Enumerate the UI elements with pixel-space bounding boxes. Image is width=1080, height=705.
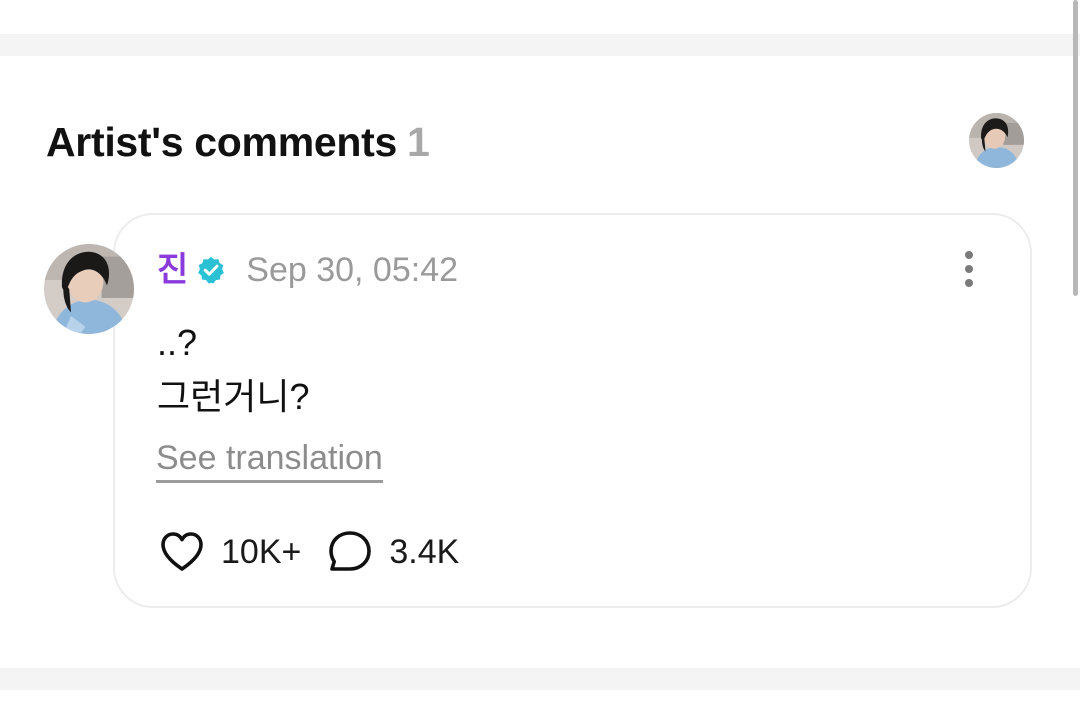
- like-button[interactable]: 10K+: [157, 528, 301, 576]
- heart-icon: [157, 528, 207, 576]
- comment-line: 그런거니?: [157, 376, 310, 417]
- more-vertical-icon: [965, 251, 973, 259]
- reply-button[interactable]: 3.4K: [325, 528, 459, 576]
- more-options-button[interactable]: [955, 248, 983, 290]
- more-vertical-icon-dot: [965, 265, 973, 273]
- more-vertical-icon-dot: [965, 279, 973, 287]
- like-count: 10K+: [221, 533, 302, 571]
- section-divider-top: [0, 34, 1080, 56]
- reply-count: 3.4K: [389, 533, 460, 571]
- see-translation-link[interactable]: See translation: [156, 436, 383, 483]
- comment-line: ..?: [157, 322, 198, 363]
- section-title-text: Artist's comments: [46, 119, 397, 165]
- avatar-photo: [969, 113, 1024, 168]
- comment-timestamp: Sep 30, 05:42: [246, 251, 459, 289]
- verified-check-icon: [196, 255, 226, 285]
- comment-actions: 10K+ 3.4K: [157, 528, 459, 576]
- author-avatar[interactable]: [44, 244, 134, 334]
- comment-body: ..? 그런거니?: [157, 316, 310, 424]
- author-avatar-photo: [44, 244, 134, 334]
- section-title: Artist's comments 1: [46, 118, 430, 166]
- comment-header: 진 Sep 30, 05:42: [157, 248, 458, 292]
- speech-bubble-icon: [325, 528, 375, 576]
- scrollbar[interactable]: [1073, 0, 1078, 296]
- section-divider-bottom: [0, 668, 1080, 690]
- comment-count: 1: [406, 119, 430, 165]
- user-avatar[interactable]: [969, 113, 1024, 168]
- author-name[interactable]: 진: [157, 250, 188, 290]
